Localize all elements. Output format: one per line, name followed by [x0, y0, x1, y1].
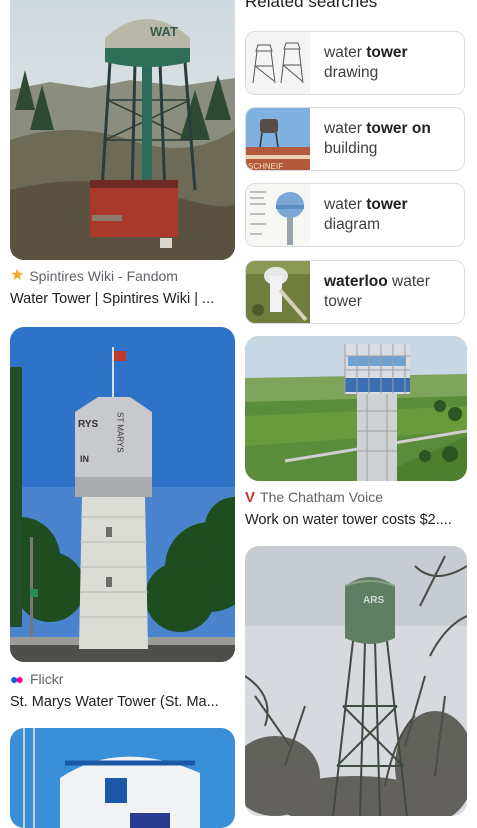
- fandom-star-icon: ★: [10, 267, 25, 284]
- result-title-st-marys[interactable]: St. Marys Water Tower (St. Ma...: [10, 694, 235, 710]
- related-search-label: water tower diagram: [324, 196, 408, 233]
- result-source-flickr[interactable]: ●● Flickr: [10, 671, 63, 687]
- source-label: Spintires Wiki - Fandom: [29, 268, 178, 284]
- related-search-water-tower-diagram[interactable]: water tower diagram: [245, 183, 465, 247]
- chatham-v-icon: V: [245, 488, 256, 506]
- related-search-label: water tower on building: [324, 120, 431, 157]
- result-image-tower-partial[interactable]: [10, 728, 235, 828]
- result-image-green-tower[interactable]: ARS: [245, 546, 467, 816]
- svg-text:IN: IN: [80, 454, 89, 464]
- result-image-st-marys[interactable]: ST MARYS RYS IN: [10, 327, 235, 662]
- source-label: Flickr: [29, 671, 64, 687]
- tank-lettering: ST MARYS: [116, 412, 125, 453]
- thumb-waterloo: [246, 261, 310, 323]
- result-image-chatham[interactable]: [245, 336, 467, 481]
- related-searches-title: Related searches: [245, 0, 378, 11]
- related-search-water-tower-drawing[interactable]: water tower drawing: [245, 31, 465, 95]
- source-label: The Chatham Voice: [260, 489, 383, 505]
- result-title-spintires[interactable]: Water Tower | Spintires Wiki | ...: [10, 291, 235, 307]
- related-search-waterloo-water-tower[interactable]: waterloo water tower: [245, 260, 465, 324]
- svg-text:SCHNEIF: SCHNEIF: [248, 162, 283, 171]
- related-search-water-tower-on-building[interactable]: SCHNEIF water tower on building: [245, 107, 465, 171]
- result-title-chatham[interactable]: Work on water tower costs $2....: [245, 512, 467, 528]
- result-source-spintires[interactable]: ★ Spintires Wiki - Fandom: [10, 267, 178, 285]
- related-search-label: water tower drawing: [324, 44, 408, 81]
- thumb-diagram: [246, 184, 310, 246]
- thumb-drawing: [246, 32, 310, 94]
- svg-text:RYS: RYS: [78, 419, 99, 430]
- tank-lettering: ARS: [363, 595, 384, 606]
- thumb-building: SCHNEIF: [246, 108, 310, 171]
- related-search-label: waterloo water tower: [324, 273, 430, 310]
- tank-lettering: WAT: [150, 24, 178, 39]
- result-source-chatham[interactable]: V The Chatham Voice: [245, 489, 383, 505]
- flickr-dots-icon: ●●: [10, 671, 24, 687]
- result-image-spintires[interactable]: WAT: [10, 0, 235, 260]
